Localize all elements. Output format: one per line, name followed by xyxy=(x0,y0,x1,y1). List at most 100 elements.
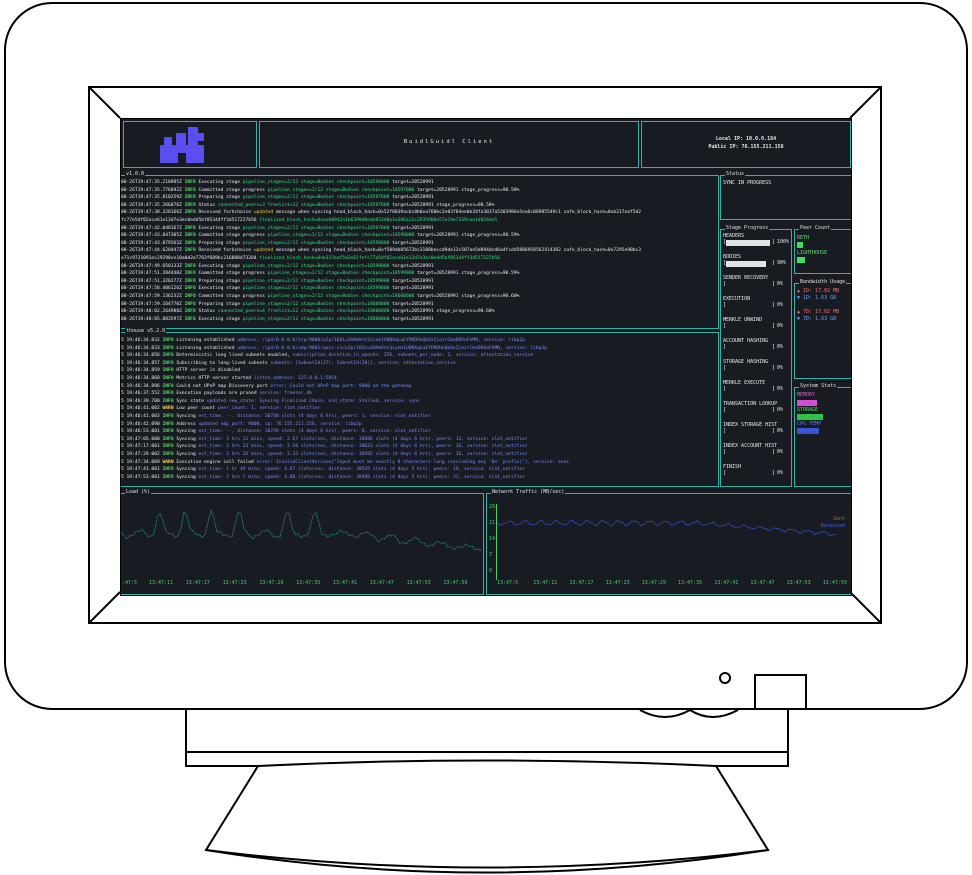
log-fields: est_time: --, distance: 30748 slots (4 d… xyxy=(198,413,431,419)
peer-lighthouse-bar xyxy=(797,257,805,263)
log-fields: pipeline_stages=2/12 stage=Bodies checkp… xyxy=(242,180,390,185)
log-fields: error: InvalidClientVersion("Input must … xyxy=(256,459,570,465)
log-level: INFO xyxy=(162,421,174,427)
log-level: INFO xyxy=(184,195,196,201)
log-level: INFO xyxy=(162,451,174,457)
log-timestamp: 5 19:46:34.833 xyxy=(121,345,160,351)
log-extra: target=20528991 stage_progress=90.60% xyxy=(389,309,495,315)
cpu-time-label: 13:47:47 xyxy=(369,580,394,586)
log-message: Subscribing to long-lived subnets xyxy=(176,360,271,366)
stage-bracket-close: ] xyxy=(772,428,776,434)
peer-reth-bar xyxy=(797,242,803,248)
log-timestamp: 5 19:46:37.552 xyxy=(121,391,160,397)
log-message: Deterministic long lived subnets enabled… xyxy=(176,353,293,359)
log-fields: address: /ip4/0.0.0.0/udp/9001/quic-v1/p… xyxy=(237,345,547,351)
log-fields: pipeline_stages=2/12 stage=Bodies checkp… xyxy=(267,233,415,239)
log-line: 08-26T19:47:51.328277Z INFO Preparing st… xyxy=(121,278,717,286)
bandwidth-7d-up: ▲ 7D: 17.02 MB xyxy=(797,309,840,315)
log-fields: updated xyxy=(253,248,274,254)
stage-bracket-close: ] xyxy=(772,365,776,371)
logo-panel xyxy=(123,121,257,168)
monitor-stand xyxy=(185,708,789,874)
stage-bar-row: [] 90% xyxy=(723,260,791,268)
stage-bracket-close: ] xyxy=(772,407,776,413)
stage-percent: 90% xyxy=(777,260,787,266)
network-y-tick: 14 xyxy=(489,536,496,542)
log-line: e71c9721091ec29290ce10a0d2e7783f689bc216… xyxy=(121,255,717,263)
stage-bracket-close: ] xyxy=(772,470,776,476)
cpu-chart-title: Load (%) xyxy=(125,489,152,496)
stage-bar-row: [] 0% xyxy=(723,365,791,373)
log-line: 08-26T19:47:42.048167Z INFO Executing st… xyxy=(121,225,717,233)
stage-item: EXECUTION[] 0% xyxy=(723,296,791,317)
log-fields: pipeline_stages=2/12 stage=Bodies checkp… xyxy=(242,278,390,284)
stage-bar-row: [] 0% xyxy=(723,407,791,415)
execution-log-panel[interactable]: v1.0.0 08-26T19:47:35.210985Z INFO Execu… xyxy=(121,171,719,329)
log-message: Preparing stage xyxy=(198,278,243,284)
log-message: Status xyxy=(198,202,218,208)
log-message: Received forkchoice xyxy=(198,210,254,216)
log-message: Preparing stage xyxy=(198,301,243,307)
stage-percent: 100% xyxy=(777,239,790,245)
cpu-time-label: 13:47:29 xyxy=(259,580,284,586)
consensus-log-panel[interactable]: thouse v5.2.0 5 19:46:34.832 INFO Listen… xyxy=(121,328,719,487)
log-fields: est_time: 2 hrs 32 mins, speed: 3.33 slo… xyxy=(198,451,528,457)
log-message: Execution engine call failed xyxy=(176,459,257,465)
stage-item: MERKLE EXECUTE[] 0% xyxy=(723,380,791,401)
log-line: 5 19:46:34.856 INFO Deterministic long l… xyxy=(121,352,717,360)
log-level: INFO xyxy=(184,225,196,231)
log-fields: finalized_block_hash=0xeeb0942a1b6390d0e… xyxy=(259,217,498,223)
log-timestamp: e71c9721091ec29290ce10a0d2e7783f689bc216… xyxy=(121,255,257,261)
network-y-tick: 0 xyxy=(489,568,493,574)
log-fields: peer_count: 1, service: slot_notifier xyxy=(217,406,321,412)
log-timestamp: 5 19:47:41.001 xyxy=(121,467,160,473)
cpu-load-chart: Load (%) :47:5 13:47:11 13:47:17 13:47:23 13… xyxy=(121,489,484,595)
log-fields: connected_peers=4 freelist=12 stage=Bodi… xyxy=(217,309,390,315)
log-fields: pipeline_stages=2/12 stage=Bodies checkp… xyxy=(267,187,415,193)
log-timestamp: 08-26T19:47:42.048167Z xyxy=(121,225,182,231)
log-timestamp: 5 19:46:42.090 xyxy=(121,421,160,427)
cpu-time-label: 13:47:59 xyxy=(443,580,468,586)
log-timestamp: 5 19:46:34.896 xyxy=(121,383,160,389)
log-timestamp: 5 19:46:53.001 xyxy=(121,429,160,435)
stage-item: ACCOUNT HASHING[] 0% xyxy=(723,338,791,359)
public-ip: Public IP: 76.155.211.156 xyxy=(708,144,784,150)
sync-status-text: SYNC IN PROGRESS xyxy=(723,180,772,186)
log-timestamp: 08-26T19:47:58.406126Z xyxy=(121,286,182,292)
stage-bracket-close: ] xyxy=(772,281,776,287)
log-level: INFO xyxy=(184,309,196,315)
log-line: 5 19:46:34.860 INFO Metrics HTTP server … xyxy=(121,375,717,383)
stage-list: HEADERS[] 100% BODIES[] 90% SENDER RECOVERY[… xyxy=(723,233,791,485)
log-line: 5 19:46:34.857 INFO Subscribing to long-… xyxy=(121,360,717,368)
stage-bracket-close: ] xyxy=(772,449,776,455)
memory-bar xyxy=(797,400,817,406)
power-button[interactable] xyxy=(719,672,731,684)
log-line: 5 19:46:37.552 INFO Execution payloads a… xyxy=(121,390,717,398)
stage-bracket-open: [ xyxy=(723,344,727,350)
log-timestamp: 08-26T19:47:51.328277Z xyxy=(121,278,182,284)
log-fields: pipeline_stages=2/12 stage=Bodies checkp… xyxy=(242,301,390,307)
log-line: 5 19:46:53.001 INFO Syncing est_time: --… xyxy=(121,428,717,436)
log-extra: target=20528991 xyxy=(389,195,434,201)
log-level: WARN xyxy=(162,406,174,412)
log-timestamp: 08-26T19:47:35.210985Z xyxy=(121,180,182,185)
stage-item: FINISH[] 0% xyxy=(723,464,791,485)
log-fields: pipeline_stages=2/12 stage=Bodies checkp… xyxy=(242,263,390,269)
stage-bracket-open: [ xyxy=(723,386,727,392)
log-line: 08-26T19:47:38.328166Z INFO Received for… xyxy=(121,209,717,217)
storage-label: STORAGE xyxy=(797,407,819,413)
stage-progress-fill xyxy=(726,261,766,267)
stage-item: INDEX STORAGE HIST[] 0% xyxy=(723,422,791,443)
log-line: 08-26T19:47:35.776692Z INFO Committed st… xyxy=(121,187,717,195)
log-timestamp: 5 19:47:29.002 xyxy=(121,451,160,457)
peer-count-panel: Peer Count RETH LIGHTHOUSE xyxy=(794,225,851,274)
log-timestamp: 08-26T19:47:35.810259Z xyxy=(121,195,182,201)
stage-bracket-open: [ xyxy=(723,470,727,476)
stage-bar-row: [] 0% xyxy=(723,302,791,310)
cpu-time-label: 13:47:35 xyxy=(296,580,321,586)
stage-bracket-open: [ xyxy=(723,449,727,455)
log-message: Committed stage progress xyxy=(198,271,268,277)
log-timestamp: 08-26T19:47:44.628447Z xyxy=(121,248,182,254)
log-timestamp: 5 19:47:17.001 xyxy=(121,444,160,450)
log-message: Syncing xyxy=(176,413,199,419)
